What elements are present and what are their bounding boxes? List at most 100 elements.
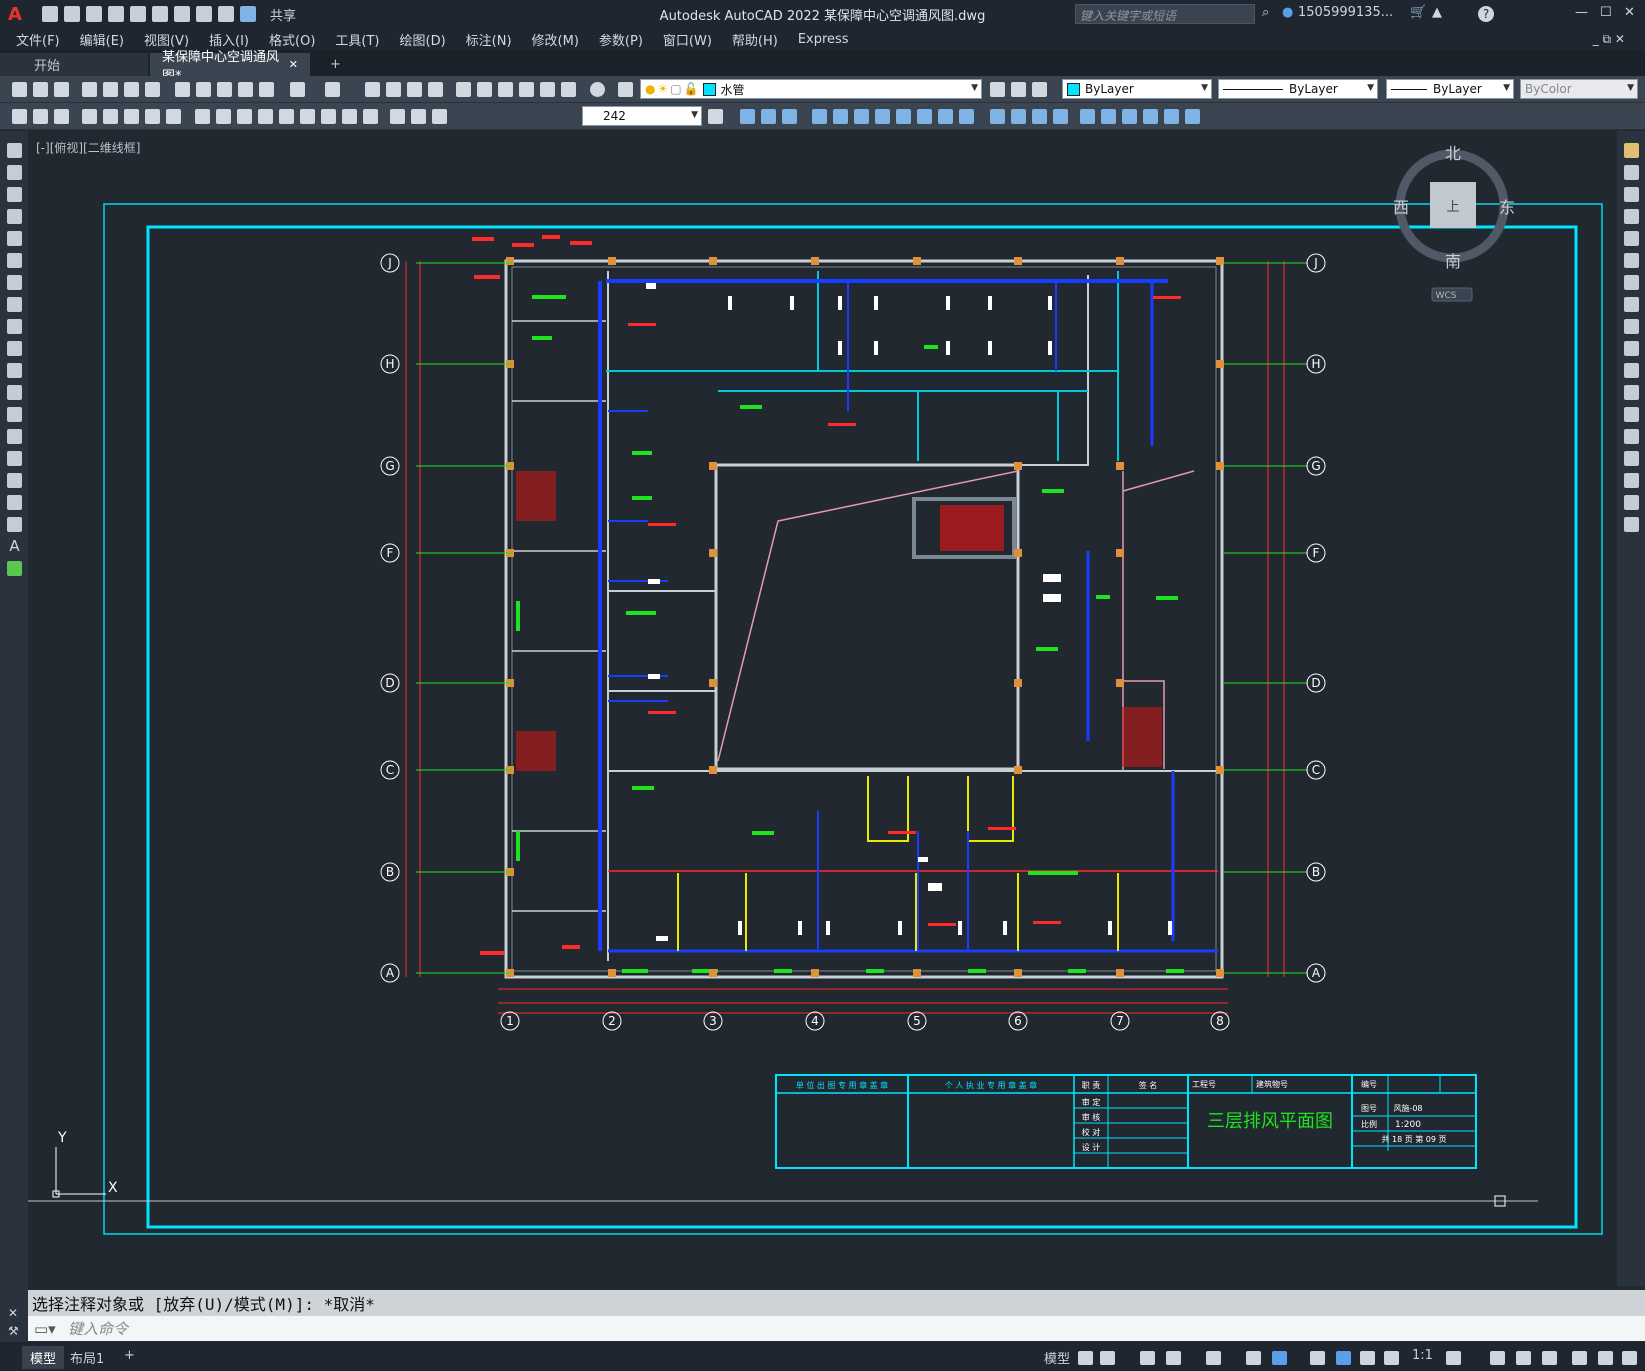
layer-on-icon[interactable]: ● [645,82,655,96]
mtext-icon[interactable]: A [7,539,22,554]
save-icon[interactable] [86,6,102,22]
open-web-icon[interactable] [130,6,146,22]
tab-drawing[interactable]: 某保障中心空调通风图* ✕ [150,50,310,84]
erase-icon[interactable] [1624,143,1639,158]
dim-arc-icon[interactable] [54,109,69,124]
lineweight-dropdown[interactable]: ByLayer ▼ [1386,79,1514,99]
search-input[interactable]: 键入关键字或短语 [1075,4,1255,24]
maximize-button[interactable]: ☐ [1600,5,1612,20]
menu-help[interactable]: 帮助(H) [732,30,778,49]
tolerance-icon[interactable] [300,109,315,124]
doc-window-controls[interactable]: _ ⧉ ✕ [1593,32,1625,47]
menu-file[interactable]: 文件(F) [16,30,60,49]
make-current-icon[interactable] [990,82,1005,97]
markup-icon[interactable] [540,82,555,97]
blend-curves-icon[interactable] [1624,495,1639,510]
close-window-button[interactable]: ✕ [1624,5,1635,20]
pedit-icon[interactable] [1164,109,1179,124]
autodesk-a360-icon[interactable]: ▲ [1432,5,1442,20]
polyline-icon[interactable] [7,187,22,202]
paste-clip-icon[interactable] [782,109,797,124]
snap-icon[interactable] [1100,1351,1115,1365]
break-icon[interactable] [1624,407,1639,422]
compass-south[interactable]: 南 [1445,252,1461,271]
quickcalc-icon[interactable] [561,82,576,97]
annotation-monitor-icon[interactable] [1490,1351,1505,1365]
stretch-icon[interactable] [875,109,890,124]
ellipse-icon[interactable] [7,341,22,356]
dim-continue-icon[interactable] [237,109,252,124]
rotate-icon[interactable] [833,109,848,124]
undo-icon[interactable] [290,82,305,97]
dim-angular-icon[interactable] [166,109,181,124]
new-tab-button[interactable]: + [318,53,353,76]
dim-text-edit-icon[interactable] [411,109,426,124]
add-selected-icon[interactable] [7,561,22,576]
trim-icon[interactable] [896,109,911,124]
units-icon[interactable] [1516,1351,1531,1365]
fillet-icon[interactable] [1624,473,1639,488]
rectangle-icon[interactable] [7,231,22,246]
make-block-icon[interactable] [7,407,22,422]
ortho-icon[interactable] [1140,1351,1155,1365]
compass-west[interactable]: 西 [1393,198,1409,217]
quick-properties-icon[interactable] [1542,1351,1557,1365]
copy-icon[interactable] [196,82,211,97]
construction-line-icon[interactable] [7,165,22,180]
gradient-icon[interactable] [7,473,22,488]
line-icon[interactable] [7,143,22,158]
dim-baseline-icon[interactable] [216,109,231,124]
dim-ordinate-icon[interactable] [82,109,97,124]
layer-freeze-icon[interactable]: ☀ [657,82,668,96]
open-file-icon[interactable] [64,6,80,22]
share-button[interactable]: 共享 [270,5,296,24]
search-icon[interactable]: ⌕ [1262,5,1269,20]
join-icon[interactable] [959,109,974,124]
share-icon[interactable] [240,6,256,22]
layer-states-icon[interactable] [1032,82,1047,97]
paste-icon[interactable] [217,82,232,97]
preview-icon[interactable] [103,82,118,97]
linetype-dropdown[interactable]: ByLayer ▼ [1218,79,1378,99]
menu-window[interactable]: 窗口(W) [663,30,712,49]
explode-icon[interactable] [1624,517,1639,532]
layer-properties-icon[interactable] [618,82,633,97]
close-icon[interactable]: ✕ [8,1306,18,1320]
tool-palettes-icon[interactable] [498,82,513,97]
scale-icon[interactable] [1624,297,1639,312]
plotstyle-dropdown[interactable]: ByColor ▼ [1520,79,1638,99]
center-mark-icon[interactable] [321,109,336,124]
dim-break-icon[interactable] [279,109,294,124]
wrench-icon[interactable]: ⚒ [8,1324,19,1338]
tab-start[interactable]: 开始 [0,53,148,76]
dim-linear-icon[interactable] [12,109,27,124]
polygon-icon[interactable] [7,209,22,224]
annotation-scale-icon[interactable] [1384,1351,1399,1365]
plot-icon[interactable] [174,6,190,22]
zoom-realtime-icon[interactable] [386,82,401,97]
region-icon[interactable] [7,495,22,510]
dim-edit-icon[interactable] [390,109,405,124]
cut-icon[interactable] [175,82,190,97]
stretch-icon[interactable] [1624,319,1639,334]
customization-menu-icon[interactable] [1622,1351,1637,1365]
clean-screen-icon[interactable] [1598,1351,1613,1365]
dim-style-icon[interactable] [708,109,723,124]
match-properties-icon[interactable] [238,82,253,97]
tab-model[interactable]: 模型 [22,1346,65,1369]
dim-space-icon[interactable] [258,109,273,124]
tab-close-icon[interactable]: ✕ [289,58,298,71]
hatch-icon[interactable] [7,451,22,466]
redo-icon[interactable] [325,82,340,97]
scale-icon[interactable] [854,109,869,124]
minimize-button[interactable]: — [1575,5,1588,20]
hardware-acceleration-icon[interactable] [1572,1351,1587,1365]
layer-dropdown[interactable]: ● ☀ ▢ 🔓 水管 ▼ [640,79,982,99]
menu-express[interactable]: Express [798,32,849,47]
dim-diameter-icon[interactable] [145,109,160,124]
compass-east[interactable]: 东 [1499,198,1515,217]
array-icon[interactable] [1053,109,1068,124]
save-icon[interactable] [54,82,69,97]
menu-draw[interactable]: 绘图(D) [400,30,446,49]
viewcube[interactable]: 上 北 南 西 东 WCS [1393,144,1515,302]
